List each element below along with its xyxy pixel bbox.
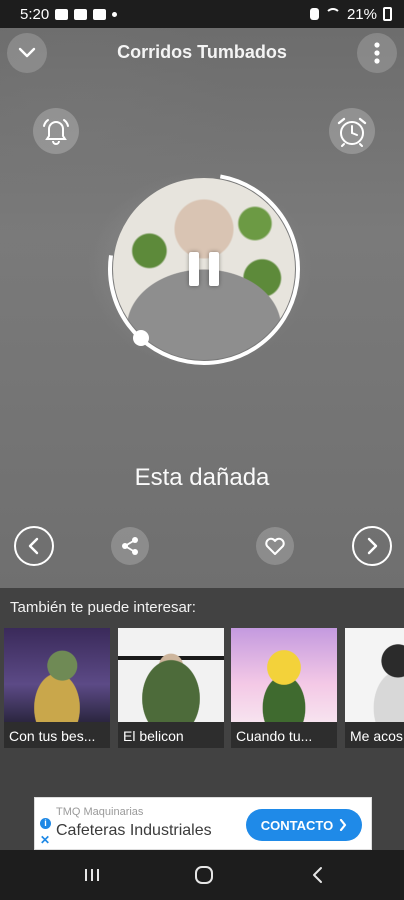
suggestion-card[interactable]: Me acos — [345, 628, 404, 748]
bell-ringing-icon — [43, 119, 69, 145]
pause-icon[interactable] — [189, 252, 219, 286]
track-title: Esta dañada — [134, 464, 270, 491]
favorite-button[interactable] — [256, 527, 294, 565]
recent-apps-icon — [85, 869, 99, 881]
suggestion-label: El belicon — [123, 728, 184, 744]
app-bar: Corridos Tumbados — [0, 28, 404, 78]
cover-art-player[interactable] — [108, 173, 300, 365]
ad-cta-label: CONTACTO — [260, 817, 334, 833]
chevron-left-icon — [28, 537, 39, 555]
back-button[interactable] — [306, 864, 330, 886]
ad-headline: Cafeteras Industriales — [56, 822, 212, 839]
suggestion-thumbnail — [345, 628, 404, 722]
sleep-timer-button[interactable] — [329, 108, 375, 154]
wifi-icon — [324, 8, 341, 20]
suggestion-card[interactable]: Cuando tu... — [231, 628, 337, 748]
suggestion-label: Con tus bes... — [9, 728, 96, 744]
suggestions-panel: También te puede interesar: Con tus bes.… — [0, 588, 404, 756]
more-vertical-icon — [374, 42, 380, 64]
notification-bell-button[interactable] — [33, 108, 79, 154]
info-icon[interactable]: i — [40, 818, 51, 829]
suggestion-thumbnail — [231, 628, 337, 722]
more-options-button[interactable] — [357, 33, 397, 73]
battery-icon — [383, 7, 392, 21]
ad-area: i ✕ TMQ Maquinarias Cafeteras Industrial… — [0, 756, 404, 850]
battery-percent: 21% — [346, 5, 377, 23]
collapse-button[interactable] — [7, 33, 47, 73]
notification-dot-icon — [112, 11, 118, 17]
status-bar: 5:20 21% — [0, 0, 404, 28]
next-button[interactable] — [352, 526, 392, 566]
suggestion-card[interactable]: Con tus bes... — [4, 628, 110, 748]
share-button[interactable] — [111, 527, 149, 565]
back-icon — [313, 867, 322, 883]
previous-button[interactable] — [14, 526, 54, 566]
alarm-clock-icon — [337, 117, 367, 147]
suggestion-thumbnail — [118, 628, 224, 722]
ad-contact-button[interactable]: CONTACTO — [246, 809, 362, 841]
suggestion-thumbnail — [4, 628, 110, 722]
suggestion-card[interactable]: El belicon — [118, 628, 224, 748]
suggestions-carousel[interactable]: Con tus bes... El belicon Cuando tu... M… — [4, 628, 404, 750]
recent-apps-button[interactable] — [80, 864, 104, 886]
system-navigation-bar — [0, 850, 404, 900]
chevron-down-icon — [18, 47, 36, 58]
home-icon — [195, 866, 213, 884]
heart-icon — [265, 537, 285, 555]
youtube-icon — [74, 8, 88, 20]
suggestion-label: Me acos — [350, 728, 403, 744]
alarm-icon — [309, 8, 319, 20]
status-time: 5:20 — [20, 5, 50, 23]
suggestions-heading: También te puede interesar: — [10, 599, 196, 616]
app-title: Corridos Tumbados — [117, 42, 287, 62]
chevron-right-icon — [340, 819, 347, 831]
youtube-icon-2 — [93, 8, 107, 20]
ad-sponsor: TMQ Maquinarias — [56, 806, 144, 818]
ad-banner[interactable]: i ✕ TMQ Maquinarias Cafeteras Industrial… — [34, 797, 372, 850]
suggestion-label: Cuando tu... — [236, 728, 313, 744]
home-button[interactable] — [192, 864, 216, 886]
close-ad-icon[interactable]: ✕ — [40, 833, 50, 847]
share-icon — [122, 537, 138, 555]
chevron-right-icon — [367, 537, 378, 555]
gallery-icon — [55, 8, 69, 20]
progress-handle[interactable] — [133, 330, 149, 346]
